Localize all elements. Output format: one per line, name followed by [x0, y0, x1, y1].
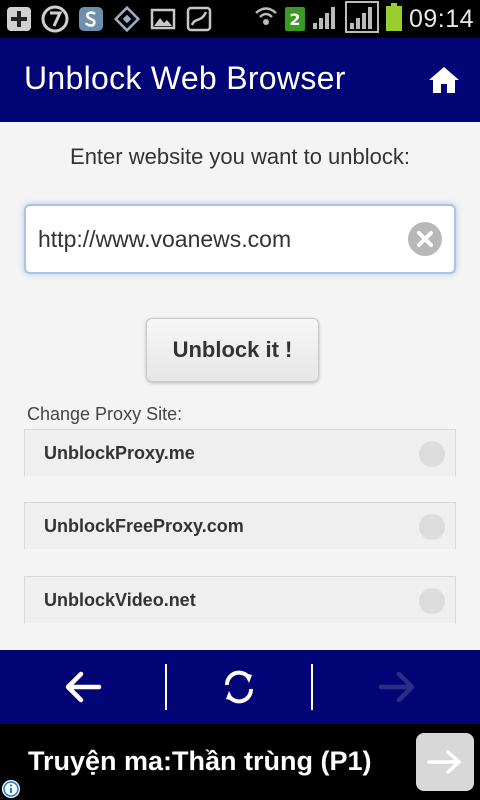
clock: 09:14	[408, 4, 474, 33]
clear-icon[interactable]	[408, 222, 442, 256]
proxy-option-label: UnblockVideo.net	[44, 590, 196, 610]
nav-divider	[165, 664, 167, 710]
nav-divider	[311, 664, 313, 710]
proxy-option-label: UnblockProxy.me	[44, 443, 195, 463]
radio-button[interactable]	[419, 441, 445, 467]
gallery-icon	[148, 5, 178, 33]
page-title: Unblock Web Browser	[24, 60, 346, 96]
system-status: 2 09:14	[253, 1, 474, 37]
ad-banner[interactable]: Truyện ma:Thần trùng (P1)	[0, 724, 480, 800]
url-input-value[interactable]: http://www.voanews.com	[38, 226, 291, 253]
app-header: Unblock Web Browser	[0, 38, 480, 122]
refresh-icon[interactable]	[214, 664, 264, 710]
unblock-button[interactable]: Unblock it !	[146, 318, 319, 382]
radio-button[interactable]	[419, 514, 445, 540]
proxy-section-label: Change Proxy Site:	[27, 404, 183, 424]
wifi-icon	[253, 4, 279, 34]
notification-icons	[4, 4, 214, 34]
plus-icon	[4, 5, 34, 33]
radio-button[interactable]	[419, 588, 445, 614]
seven-icon	[40, 5, 70, 33]
proxy-option[interactable]: UnblockProxy.me	[24, 429, 456, 477]
skype-icon	[76, 5, 106, 33]
url-prompt: Enter website you want to unblock:	[70, 144, 410, 169]
map-icon	[184, 5, 214, 33]
home-icon[interactable]	[426, 64, 462, 96]
info-icon[interactable]	[2, 780, 20, 798]
arrow-right-icon[interactable]	[416, 733, 474, 791]
ad-text[interactable]: Truyện ma:Thần trùng (P1)	[28, 746, 372, 777]
arrow-left-icon[interactable]	[58, 664, 108, 710]
notification-badge: 2	[284, 7, 305, 31]
diamond-icon	[112, 5, 142, 33]
signal-icon	[311, 3, 339, 35]
bottom-nav	[0, 650, 480, 724]
arrow-right-icon[interactable]	[372, 664, 422, 710]
proxy-option[interactable]: UnblockFreeProxy.com	[24, 502, 456, 550]
status-bar: 2 09:14	[0, 0, 480, 38]
proxy-option-label: UnblockFreeProxy.com	[44, 516, 244, 536]
url-input[interactable]: http://www.voanews.com	[24, 204, 456, 274]
battery-icon	[385, 2, 403, 36]
signal-icon	[344, 1, 379, 37]
proxy-option[interactable]: UnblockVideo.net	[24, 576, 456, 624]
